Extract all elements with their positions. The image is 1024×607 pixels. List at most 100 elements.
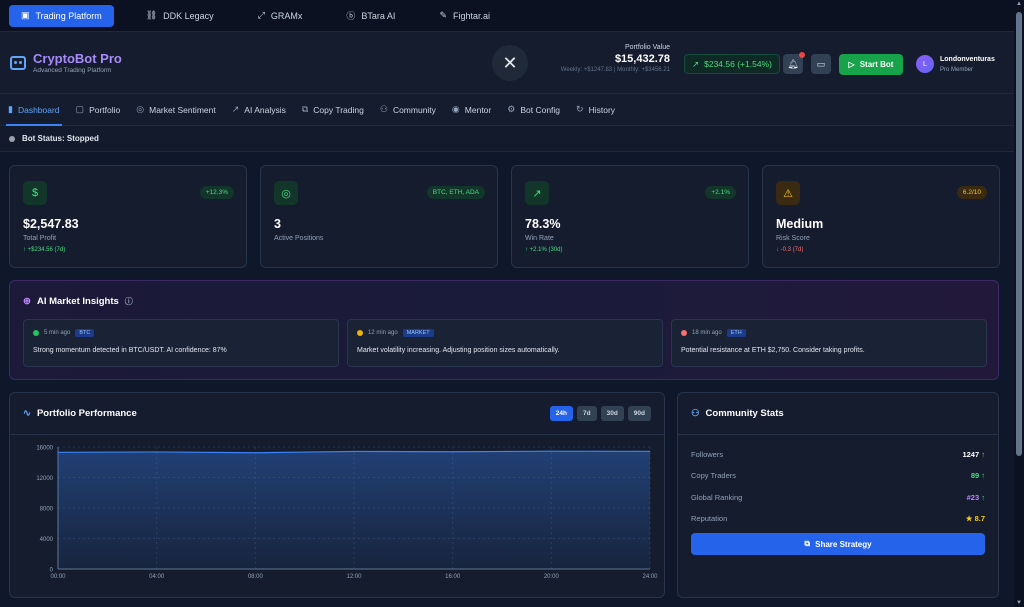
bar-chart-icon: ▮ [8, 104, 13, 114]
x-tick-label: 20:00 [544, 574, 560, 580]
chat-button[interactable]: ▭ [811, 54, 831, 74]
stat-cards: $ +12.3% $2,547.83 Total Profit ↑ +$234.… [9, 165, 1000, 268]
tab-btara-ai[interactable]: ⓑ BTara AI [334, 5, 407, 27]
change-value: $234.56 (+1.54%) [704, 59, 772, 69]
card-sub: ↑ +2.1% (30d) [525, 247, 563, 253]
card-badge: +2.1% [705, 186, 736, 199]
x-tick-label: 08:00 [248, 574, 264, 580]
share-strategy-button[interactable]: ⧉ Share Strategy [691, 533, 985, 555]
trend-icon: ↗ [231, 104, 240, 114]
stat-label: Followers [691, 450, 724, 459]
nav-dashboard[interactable]: ▮ Dashboard [6, 94, 62, 126]
insight-message: Potential resistance at ETH $2,750. Cons… [681, 347, 865, 354]
y-tick-label: 0 [50, 568, 54, 574]
bot-status: Bot Status: Stopped [22, 134, 99, 143]
stat-label: Copy Traders [691, 471, 737, 480]
y-tick-label: 4000 [40, 537, 54, 543]
x-tick-label: 16:00 [445, 574, 461, 580]
card-sub: ↑ +$234.56 (7d) [23, 247, 66, 253]
x-tick-label: 04:00 [149, 574, 165, 580]
info-icon[interactable]: ⓘ [125, 296, 133, 307]
tab-gramx[interactable]: ⤢ GRAMx [246, 5, 315, 27]
bot-status-bar: Bot Status: Stopped [0, 126, 1024, 152]
nav-community[interactable]: ⚇ Community [380, 94, 436, 126]
card-badge: +12.3% [199, 186, 234, 199]
pen-icon: ✎ [439, 10, 447, 20]
card-value: Medium [776, 217, 824, 231]
bell-icon: 🔔︎ [787, 58, 799, 69]
card-win-rate: ↗ +2.1% 78.3% Win Rate ↑ +2.1% (30d) [511, 165, 749, 268]
insight-item: 18 min ago ETH Potential resistance at ET… [671, 319, 987, 367]
insight-time: 12 min ago [368, 330, 398, 336]
tab-fightar-ai[interactable]: ✎ Fightar.ai [427, 5, 502, 27]
stat-row-followers: Followers 1247 ↑ [691, 450, 985, 459]
stat-value: #23 [966, 493, 980, 502]
tab-label: Trading Platform [35, 10, 102, 21]
users-icon: ⚇ [379, 104, 388, 114]
nav-label: Copy Trading [313, 104, 364, 115]
scroll-up-icon[interactable]: ▲ [1016, 1, 1022, 7]
insight-item: 12 min ago MARKET Market volatility incre… [347, 319, 663, 367]
nav-label: AI Analysis [244, 104, 286, 115]
nav-bot-config[interactable]: ⚙ Bot Config [507, 94, 560, 126]
tab-trading-platform[interactable]: ▣ Trading Platform [9, 4, 114, 27]
avatar[interactable]: L [916, 55, 934, 73]
portfolio-value-label: Portfolio Value [624, 44, 670, 51]
range-30d-button[interactable]: 30d [600, 406, 624, 421]
close-icon[interactable]: ✕ [492, 45, 528, 81]
y-tick-label: 8000 [40, 507, 54, 513]
stat-label: Reputation [691, 514, 728, 523]
nav-mentor[interactable]: ◉ Mentor [452, 94, 491, 126]
performance-chart: 0 4000 8000 12000 16000 00:00 04:00 08:00 12:00 1… [36, 446, 658, 581]
scroll-thumb[interactable] [1016, 12, 1022, 456]
start-bot-button[interactable]: ▷ Start Bot [839, 54, 903, 75]
stat-row-global-ranking: Global Ranking #23 ↑ [691, 493, 985, 502]
range-24h-button[interactable]: 24h [549, 406, 573, 421]
bitcoin-icon: ⓑ [346, 11, 356, 21]
ai-market-insights: ⊕ AI Market Insights ⓘ 5 min ago BTC Stro… [9, 280, 999, 380]
portfolio-value: Portfolio Value $15,432.78 Weekly: +$124… [561, 44, 670, 73]
target-icon: ◎ [274, 181, 298, 205]
tab-ddk-legacy[interactable]: ⛓ DDK Legacy [134, 5, 226, 27]
range-7d-button[interactable]: 7d [577, 406, 597, 421]
portfolio-value-amount: $15,432.78 [614, 53, 670, 65]
insight-tag: BTC [75, 329, 95, 337]
insight-item: 5 min ago BTC Strong momentum detected in… [23, 319, 339, 367]
play-icon: ▷ [848, 60, 855, 69]
users-icon: ⚇ [691, 408, 700, 419]
user-name: Londonventuras [940, 56, 995, 63]
card-risk-score: ⚠ 6.2/10 Medium Risk Score ↓ -0.3 (7d) [762, 165, 1000, 268]
nav-copy-trading[interactable]: ⧉ Copy Trading [302, 94, 364, 126]
community-title: Community Stats [705, 408, 784, 419]
notification-button[interactable]: 🔔︎ [783, 52, 805, 74]
insight-time: 5 min ago [44, 330, 71, 336]
insight-dot [357, 330, 363, 336]
scroll-down-icon[interactable]: ▼ [1016, 600, 1022, 606]
community-header: ⚇ Community Stats [678, 393, 998, 435]
stat-value: 89 [970, 471, 980, 480]
insight-message: Strong momentum detected in BTC/USDT. AI… [33, 347, 227, 354]
nav-label: Community [392, 104, 436, 115]
range-90d-button[interactable]: 90d [627, 406, 651, 421]
nav-ai-analysis[interactable]: ↗ AI Analysis [232, 94, 286, 126]
card-label: Active Positions [274, 235, 324, 242]
expand-icon: ⤢ [257, 10, 265, 20]
card-total-profit: $ +12.3% $2,547.83 Total Profit ↑ +$234.… [9, 165, 247, 268]
stat-label: Global Ranking [691, 493, 743, 502]
warning-icon: ⚠ [776, 181, 800, 205]
x-tick-label: 00:00 [50, 574, 66, 580]
card-badge: BTC, ETH, ADA [426, 186, 485, 199]
insight-tag: MARKET [402, 329, 434, 337]
card-label: Total Profit [23, 235, 57, 242]
nav-market-sentiment[interactable]: ◎ Market Sentiment [136, 94, 215, 126]
nav-history[interactable]: ↻ History [576, 94, 615, 126]
status-dot [9, 135, 15, 142]
nav-portfolio[interactable]: ▢ Portfolio [76, 94, 121, 126]
nav-label: Dashboard [17, 104, 60, 115]
portfolio-performance-panel: ∿ Portfolio Performance 24h 7d 30d 90d 0… [9, 392, 665, 598]
brain-icon: ⊕ [23, 296, 31, 307]
insight-tag: ETH [726, 329, 746, 337]
arrow-up-icon: ↑ [981, 493, 985, 502]
insights-title: AI Market Insights [36, 296, 119, 307]
scrollbar[interactable]: ▲ ▼ [1014, 0, 1024, 607]
